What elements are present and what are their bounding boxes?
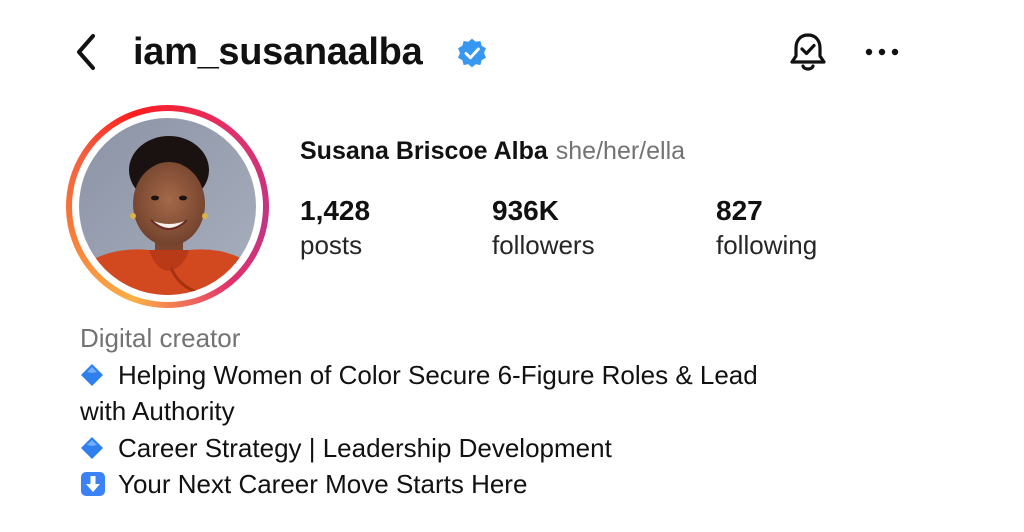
blue-diamond-icon xyxy=(81,436,103,459)
stat-posts[interactable]: 1,428 posts xyxy=(300,194,370,262)
bio-line-2: Career Strategy | Leadership Development xyxy=(80,430,980,467)
down-arrow-icon xyxy=(81,472,105,496)
profile-display-name: Susana Briscoe Alba she/her/ella xyxy=(300,135,685,167)
followers-label: followers xyxy=(492,230,595,260)
notification-bell-button[interactable] xyxy=(784,28,832,76)
following-label: following xyxy=(716,230,818,260)
more-horizontal-icon xyxy=(865,48,899,56)
posts-label: posts xyxy=(300,230,363,260)
blue-diamond-icon xyxy=(81,363,103,386)
bio-line-2-text: Career Strategy | Leadership Development xyxy=(118,432,612,463)
stat-following[interactable]: 827 following xyxy=(716,194,817,262)
posts-count: 1,428 xyxy=(300,195,371,226)
profile-avatar-story-ring[interactable] xyxy=(66,105,269,308)
profile-photo xyxy=(79,118,256,295)
profile-bio: Digital creator Helping Women of Color S… xyxy=(80,320,980,503)
followers-count: 936K xyxy=(492,195,559,226)
profile-header: iam_susanaalba xyxy=(0,0,1024,110)
avatar xyxy=(79,118,256,295)
bio-line-1-text: Helping Women of Color Secure 6-Figure R… xyxy=(118,359,758,390)
back-button[interactable] xyxy=(64,30,108,74)
stat-followers[interactable]: 936K followers xyxy=(492,194,595,262)
bio-line-3: Your Next Career Move Starts Here xyxy=(80,466,980,503)
pronouns: she/her/ella xyxy=(555,137,686,165)
bio-line-1-continued: with Authority xyxy=(80,396,235,426)
bio-line-3-text: Your Next Career Move Starts Here xyxy=(118,469,528,499)
profile-username: iam_susanaalba xyxy=(133,31,423,73)
following-count: 827 xyxy=(716,195,763,226)
more-options-button[interactable] xyxy=(858,30,906,74)
bio-line-1: Helping Women of Color Secure 6-Figure R… xyxy=(80,357,980,394)
chevron-left-icon xyxy=(77,34,95,70)
full-name: Susana Briscoe Alba xyxy=(300,137,548,165)
verified-badge-icon xyxy=(458,38,486,68)
profile-category: Digital creator xyxy=(80,323,241,353)
notification-bell-check-icon xyxy=(790,33,826,71)
avatar-ring-gap xyxy=(72,111,263,302)
